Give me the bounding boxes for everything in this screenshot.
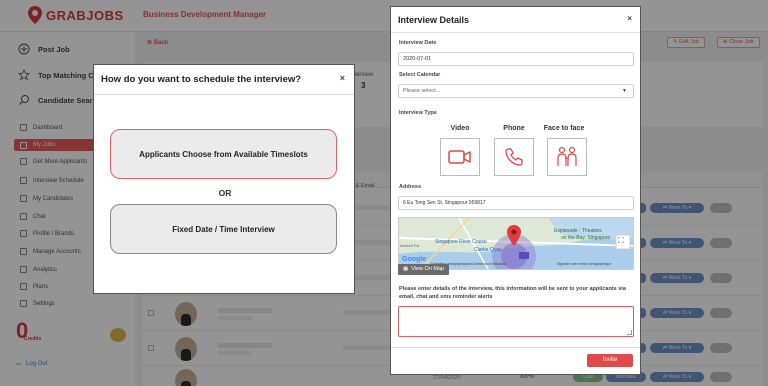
view-on-map-label: View On Map bbox=[411, 266, 445, 272]
close-icon[interactable]: × bbox=[340, 73, 345, 83]
map-icon: ▦ bbox=[403, 266, 409, 272]
details-modal-title: Interview Details bbox=[398, 15, 470, 25]
footer-divider bbox=[391, 347, 640, 348]
interview-type-video[interactable]: Video bbox=[440, 125, 480, 176]
google-logo: Google bbox=[402, 256, 427, 263]
close-icon[interactable]: × bbox=[627, 14, 632, 23]
view-on-map-button[interactable]: ▦ View On Map bbox=[398, 264, 450, 275]
schedule-modal-header: How do you want to schedule the intervie… bbox=[94, 65, 354, 95]
interview-type-phone[interactable]: Phone bbox=[494, 125, 534, 176]
map-label-clarke: Clarke Quay bbox=[474, 247, 502, 253]
interview-details-modal: Interview Details × Interview Date 2020-… bbox=[390, 6, 641, 375]
address-label: Address bbox=[399, 184, 422, 190]
phone-option[interactable] bbox=[494, 138, 534, 176]
video-option[interactable] bbox=[440, 138, 480, 176]
address-input[interactable]: 6 Eu Tong Sen St, Singapour 059817 bbox=[398, 196, 634, 210]
or-separator: OR bbox=[218, 188, 232, 198]
interview-date-input[interactable]: 2020-07-01 bbox=[398, 52, 634, 66]
video-camera-icon bbox=[448, 150, 471, 164]
invite-button[interactable]: Invite bbox=[587, 354, 633, 367]
map-footer-report[interactable]: Signaler une erreur cartographique bbox=[557, 262, 611, 266]
available-timeslots-button[interactable]: Applicants Choose from Available Timeslo… bbox=[110, 129, 337, 179]
map-footer-terms[interactable]: Conditions d'utilisation bbox=[471, 262, 506, 266]
schedule-interview-modal: How do you want to schedule the intervie… bbox=[93, 64, 355, 294]
type-label: Phone bbox=[503, 125, 525, 132]
interview-details-instructions: Please enter details of the interview, t… bbox=[399, 286, 626, 300]
interview-type-label: Interview Type bbox=[399, 110, 437, 116]
face-to-face-option[interactable] bbox=[547, 138, 587, 176]
type-label: Video bbox=[450, 125, 470, 132]
interview-type-face-to-face[interactable]: Face to face bbox=[544, 125, 587, 176]
calendar-select[interactable]: Please select... ▼ bbox=[398, 84, 634, 98]
calendar-select-value: Please select... bbox=[403, 88, 441, 94]
fullscreen-icon[interactable]: ⛶ bbox=[618, 236, 624, 246]
interview-date-label: Interview Date bbox=[399, 40, 437, 46]
fixed-date-time-button[interactable]: Fixed Date / Time Interview bbox=[110, 204, 337, 254]
map-label-esplanade: Esplanade - Theatres bbox=[554, 228, 602, 234]
schedule-modal-title: How do you want to schedule the intervie… bbox=[101, 74, 302, 85]
resize-handle-icon[interactable] bbox=[627, 330, 632, 335]
phone-icon bbox=[505, 148, 523, 166]
type-label: Face to face bbox=[543, 125, 585, 132]
details-modal-header: Interview Details × bbox=[391, 7, 640, 33]
map-label-bay: on the Bay, Singapore bbox=[561, 235, 611, 241]
people-icon bbox=[557, 146, 577, 166]
chevron-down-icon: ▼ bbox=[622, 88, 627, 94]
map-label-road: lredock Rd bbox=[400, 243, 420, 248]
location-map[interactable]: Esplanade - Theatres on the Bay, Singapo… bbox=[398, 217, 634, 270]
select-calendar-label: Select Calendar bbox=[399, 72, 441, 78]
map-label-river: Singapore River Cruise bbox=[435, 239, 487, 245]
interview-details-textarea[interactable] bbox=[398, 306, 634, 337]
